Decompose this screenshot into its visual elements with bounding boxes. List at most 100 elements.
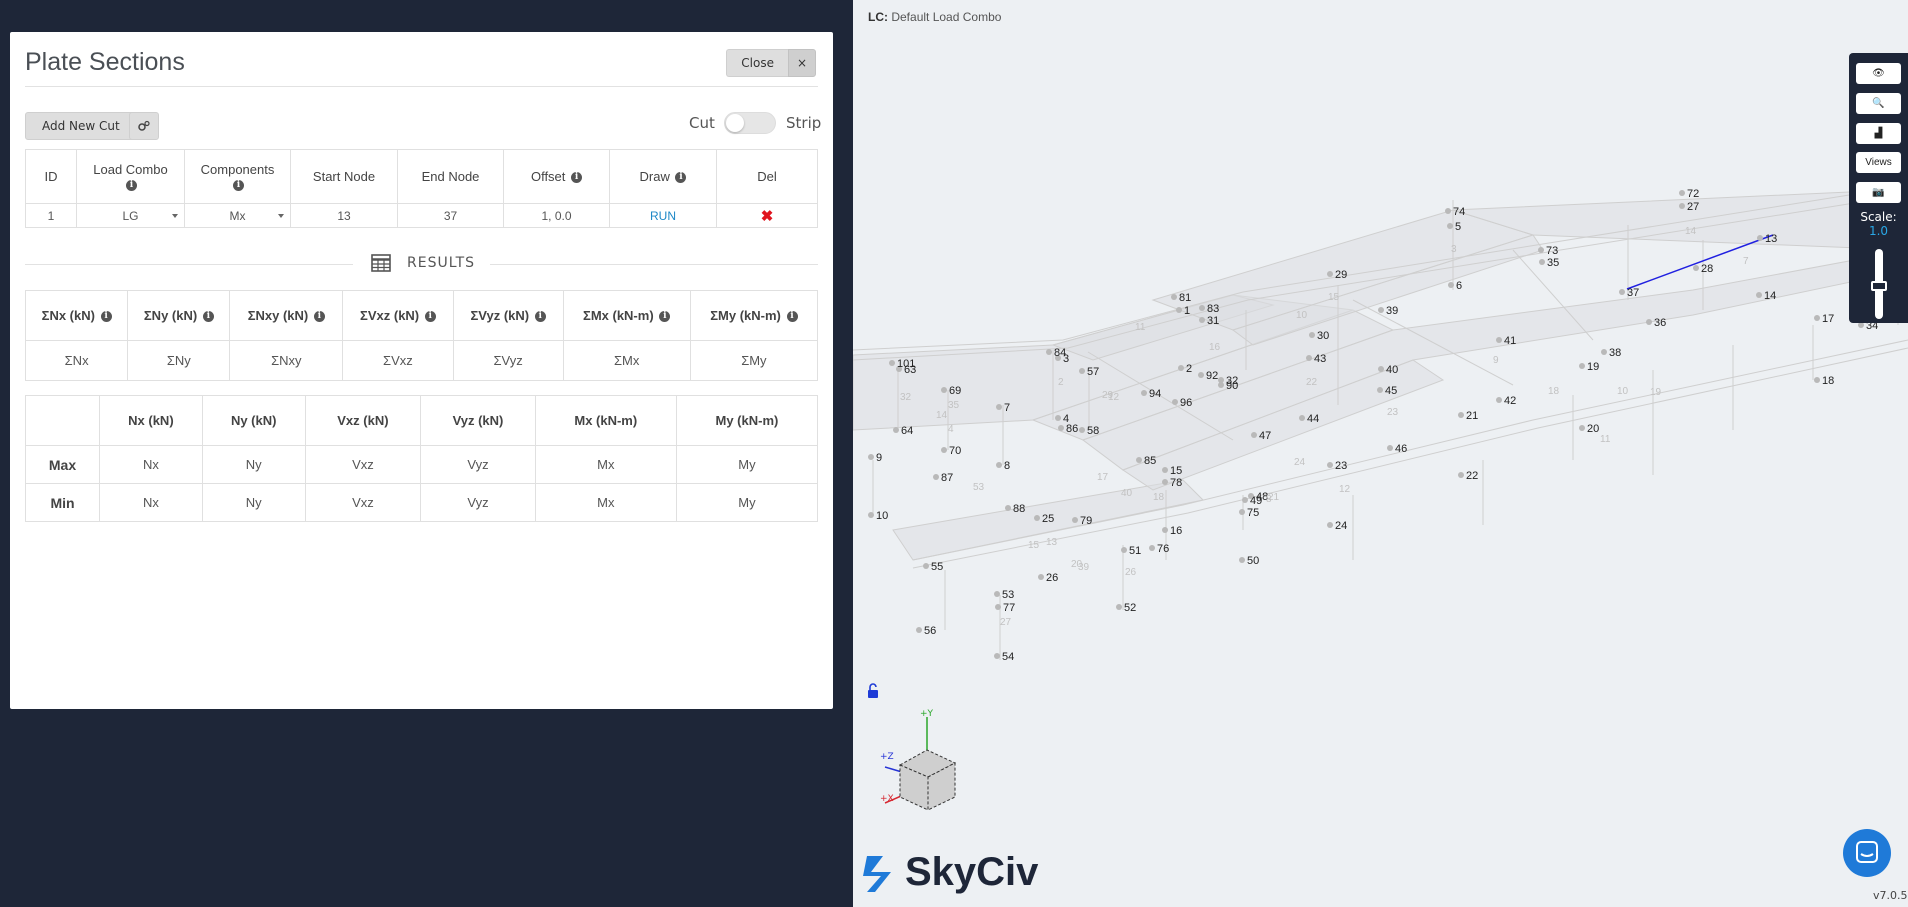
unlock-icon[interactable] (866, 683, 880, 699)
node-point[interactable] (1136, 457, 1142, 463)
node-point[interactable] (1198, 372, 1204, 378)
node-point[interactable] (1447, 223, 1453, 229)
add-new-cut-button[interactable]: Add New Cut (25, 112, 137, 140)
run-link-text[interactable]: RUN (650, 209, 676, 223)
node-point[interactable] (1378, 307, 1384, 313)
node-point[interactable] (1579, 425, 1585, 431)
node-point[interactable] (1072, 517, 1078, 523)
close-button[interactable]: Close (726, 49, 788, 77)
delete-icon[interactable]: ✖ (761, 208, 774, 225)
visibility-button[interactable]: 👁 (1856, 63, 1901, 84)
info-icon[interactable]: i (424, 311, 436, 323)
node-point[interactable] (868, 454, 874, 460)
node-point[interactable] (1038, 574, 1044, 580)
info-icon[interactable]: i (126, 179, 137, 191)
node-point[interactable] (1448, 282, 1454, 288)
node-point[interactable] (1538, 247, 1544, 253)
node-point[interactable] (1171, 294, 1177, 300)
scale-slider-thumb[interactable] (1871, 281, 1887, 291)
node-point[interactable] (941, 387, 947, 393)
views-button[interactable]: Views (1856, 152, 1901, 173)
node-point[interactable] (1079, 427, 1085, 433)
node-point[interactable] (1141, 390, 1147, 396)
node-point[interactable] (1378, 366, 1384, 372)
node-point[interactable] (994, 591, 1000, 597)
node-point[interactable] (996, 404, 1002, 410)
node-point[interactable] (1619, 289, 1625, 295)
info-icon[interactable]: i (534, 311, 546, 323)
zoom-button[interactable]: 🔍 (1856, 93, 1901, 114)
start-node-input[interactable]: 13 (290, 203, 398, 228)
node-point[interactable] (889, 360, 895, 366)
node-point[interactable] (941, 447, 947, 453)
node-point[interactable] (1756, 292, 1762, 298)
node-point[interactable] (1814, 315, 1820, 321)
node-point[interactable] (1178, 365, 1184, 371)
node-point[interactable] (1162, 479, 1168, 485)
node-point[interactable] (1058, 425, 1064, 431)
node-point[interactable] (893, 427, 899, 433)
node-point[interactable] (1079, 368, 1085, 374)
node-point[interactable] (1005, 505, 1011, 511)
node-point[interactable] (1121, 547, 1127, 553)
node-point[interactable] (1496, 397, 1502, 403)
node-point[interactable] (1377, 387, 1383, 393)
node-point[interactable] (1116, 604, 1122, 610)
node-point[interactable] (1239, 509, 1245, 515)
node-point[interactable] (1327, 522, 1333, 528)
node-point[interactable] (1172, 399, 1178, 405)
node-point[interactable] (868, 512, 874, 518)
node-point[interactable] (1445, 208, 1451, 214)
node-point[interactable] (1299, 415, 1305, 421)
axis-gizmo[interactable]: +Y +Z +X (880, 705, 980, 829)
node-point[interactable] (1579, 363, 1585, 369)
draw-run-link[interactable]: RUN (609, 203, 717, 228)
node-point[interactable] (933, 474, 939, 480)
model-viewport[interactable]: LC: Default Load Combo 101 63 64 9 10 69… (853, 0, 1908, 907)
node-point[interactable] (923, 563, 929, 569)
info-icon[interactable]: i (786, 311, 798, 323)
structure-model[interactable]: 1016364910697078843486878855565377545758… (853, 0, 1908, 907)
node-point[interactable] (1601, 349, 1607, 355)
node-point[interactable] (916, 627, 922, 633)
node-point[interactable] (1458, 472, 1464, 478)
node-point[interactable] (1176, 307, 1182, 313)
settings-cog-button[interactable] (129, 112, 159, 140)
node-point[interactable] (1218, 382, 1224, 388)
node-point[interactable] (1309, 332, 1315, 338)
node-point[interactable] (994, 653, 1000, 659)
node-point[interactable] (1679, 203, 1685, 209)
node-point[interactable] (1693, 265, 1699, 271)
node-point[interactable] (1496, 337, 1502, 343)
node-point[interactable] (995, 604, 1001, 610)
node-point[interactable] (1199, 305, 1205, 311)
node-point[interactable] (1162, 527, 1168, 533)
load-combo-select[interactable]: LG (76, 203, 185, 228)
node-point[interactable] (1327, 462, 1333, 468)
node-point[interactable] (1539, 259, 1545, 265)
node-point[interactable] (1251, 432, 1257, 438)
node-point[interactable] (1679, 190, 1685, 196)
node-point[interactable] (1046, 349, 1052, 355)
node-point[interactable] (1327, 271, 1333, 277)
node-point[interactable] (1757, 235, 1763, 241)
node-point[interactable] (996, 462, 1002, 468)
info-icon[interactable]: i (100, 311, 112, 323)
node-point[interactable] (1199, 317, 1205, 323)
node-point[interactable] (1149, 545, 1155, 551)
node-point[interactable] (1814, 377, 1820, 383)
cut-strip-toggle[interactable] (724, 112, 776, 134)
end-node-input[interactable]: 37 (397, 203, 504, 228)
node-point[interactable] (1034, 515, 1040, 521)
info-icon[interactable]: i (659, 311, 671, 323)
info-icon[interactable]: i (313, 311, 325, 323)
node-point[interactable] (1239, 557, 1245, 563)
node-point[interactable] (1387, 445, 1393, 451)
components-select[interactable]: Mx (184, 203, 291, 228)
node-point[interactable] (1162, 467, 1168, 473)
offset-input[interactable]: 1, 0.0 (503, 203, 610, 228)
info-icon[interactable]: i (202, 311, 214, 323)
info-icon[interactable]: i (233, 179, 244, 191)
info-icon[interactable]: i (675, 172, 687, 184)
node-point[interactable] (1646, 319, 1652, 325)
